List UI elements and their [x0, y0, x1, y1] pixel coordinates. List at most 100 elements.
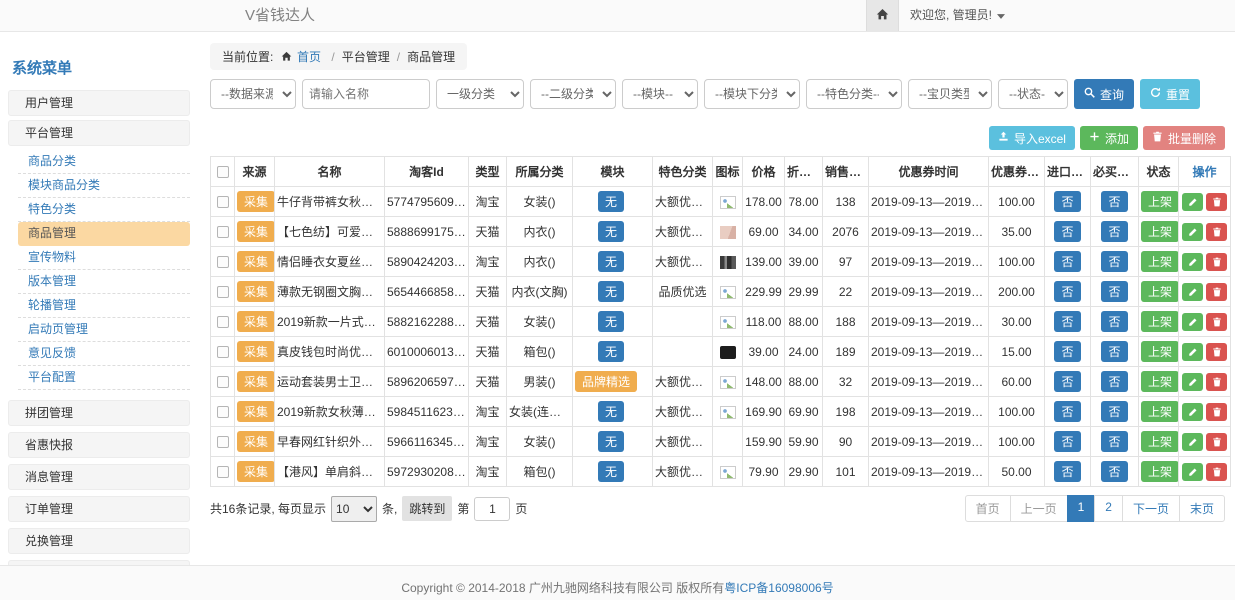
- delete-button[interactable]: [1206, 373, 1227, 391]
- sidebar-subitem[interactable]: 版本管理: [18, 270, 190, 294]
- row-checkbox[interactable]: [217, 316, 229, 328]
- delete-button[interactable]: [1206, 403, 1227, 421]
- import-select-toggle[interactable]: 否: [1054, 461, 1080, 482]
- sidebar-subitem[interactable]: 意见反馈: [18, 342, 190, 366]
- delete-button[interactable]: [1206, 253, 1227, 271]
- filter-category1-select[interactable]: 一级分类: [436, 79, 524, 109]
- must-buy-toggle[interactable]: 否: [1101, 371, 1127, 392]
- must-buy-toggle[interactable]: 否: [1101, 311, 1127, 332]
- edit-button[interactable]: [1182, 403, 1203, 421]
- page-button[interactable]: 1: [1067, 495, 1096, 522]
- filter-item-type-select[interactable]: --宝贝类型--: [908, 79, 992, 109]
- row-checkbox[interactable]: [217, 196, 229, 208]
- page-button[interactable]: 上一页: [1010, 495, 1068, 522]
- row-checkbox[interactable]: [217, 226, 229, 238]
- must-buy-toggle[interactable]: 否: [1101, 191, 1127, 212]
- filter-module-sub-select[interactable]: --模块下分类--: [704, 79, 800, 109]
- page-button[interactable]: 2: [1094, 495, 1123, 522]
- select-all-checkbox[interactable]: [217, 166, 229, 178]
- sidebar-subitem[interactable]: 特色分类: [18, 198, 190, 222]
- must-buy-toggle[interactable]: 否: [1101, 461, 1127, 482]
- page-button[interactable]: 下一页: [1122, 495, 1180, 522]
- delete-button[interactable]: [1206, 343, 1227, 361]
- sidebar-group-item[interactable]: 消息管理: [8, 464, 190, 490]
- edit-button[interactable]: [1182, 283, 1203, 301]
- edit-button[interactable]: [1182, 313, 1203, 331]
- reset-button[interactable]: 重置: [1140, 79, 1200, 109]
- add-button[interactable]: 添加: [1080, 126, 1138, 150]
- import-select-toggle[interactable]: 否: [1054, 401, 1080, 422]
- sidebar-group-item[interactable]: 兑换管理: [8, 528, 190, 554]
- status-toggle[interactable]: 上架: [1141, 281, 1179, 302]
- row-checkbox[interactable]: [217, 286, 229, 298]
- sidebar-group-item[interactable]: 省惠快报: [8, 432, 190, 458]
- row-checkbox[interactable]: [217, 406, 229, 418]
- import-select-toggle[interactable]: 否: [1054, 341, 1080, 362]
- edit-button[interactable]: [1182, 373, 1203, 391]
- filter-module-select[interactable]: --模块--: [622, 79, 698, 109]
- sidebar-subitem[interactable]: 宣传物料: [18, 246, 190, 270]
- user-menu[interactable]: 欢迎您, 管理员!: [910, 0, 1005, 31]
- row-checkbox[interactable]: [217, 256, 229, 268]
- edit-button[interactable]: [1182, 253, 1203, 271]
- import-select-toggle[interactable]: 否: [1054, 371, 1080, 392]
- home-button[interactable]: [866, 0, 899, 31]
- import-excel-button[interactable]: 导入excel: [989, 126, 1075, 150]
- must-buy-toggle[interactable]: 否: [1101, 401, 1127, 422]
- jump-page-input[interactable]: [474, 497, 510, 521]
- import-select-toggle[interactable]: 否: [1054, 251, 1080, 272]
- status-toggle[interactable]: 上架: [1141, 431, 1179, 452]
- must-buy-toggle[interactable]: 否: [1101, 341, 1127, 362]
- sidebar-subitem[interactable]: 轮播管理: [18, 294, 190, 318]
- edit-button[interactable]: [1182, 223, 1203, 241]
- must-buy-toggle[interactable]: 否: [1101, 281, 1127, 302]
- delete-button[interactable]: [1206, 283, 1227, 301]
- filter-source-select[interactable]: --数据来源--: [210, 79, 296, 109]
- status-toggle[interactable]: 上架: [1141, 311, 1179, 332]
- row-checkbox[interactable]: [217, 376, 229, 388]
- delete-button[interactable]: [1206, 193, 1227, 211]
- filter-category2-select[interactable]: --二级分类--: [530, 79, 616, 109]
- delete-button[interactable]: [1206, 433, 1227, 451]
- status-toggle[interactable]: 上架: [1141, 221, 1179, 242]
- edit-button[interactable]: [1182, 343, 1203, 361]
- delete-button[interactable]: [1206, 223, 1227, 241]
- breadcrumb-home-link[interactable]: 首页: [297, 50, 321, 64]
- delete-button[interactable]: [1206, 463, 1227, 481]
- sidebar-subitem[interactable]: 商品分类: [18, 150, 190, 174]
- jump-button[interactable]: 跳转到: [402, 496, 452, 521]
- sidebar-group-item[interactable]: 拼团管理: [8, 400, 190, 426]
- status-toggle[interactable]: 上架: [1141, 401, 1179, 422]
- sidebar-subitem[interactable]: 模块商品分类: [18, 174, 190, 198]
- filter-status-select[interactable]: --状态--: [998, 79, 1068, 109]
- row-checkbox[interactable]: [217, 346, 229, 358]
- edit-button[interactable]: [1182, 463, 1203, 481]
- edit-button[interactable]: [1182, 193, 1203, 211]
- status-toggle[interactable]: 上架: [1141, 251, 1179, 272]
- page-button[interactable]: 末页: [1179, 495, 1225, 522]
- delete-button[interactable]: [1206, 313, 1227, 331]
- import-select-toggle[interactable]: 否: [1054, 431, 1080, 452]
- sidebar-group-item[interactable]: 平台管理: [8, 120, 190, 146]
- sidebar-subitem[interactable]: 商品管理: [18, 222, 190, 246]
- icp-link[interactable]: 粤ICP备16098006号: [724, 581, 833, 595]
- row-checkbox[interactable]: [217, 436, 229, 448]
- sidebar-group-item[interactable]: 用户管理: [8, 90, 190, 116]
- import-select-toggle[interactable]: 否: [1054, 311, 1080, 332]
- status-toggle[interactable]: 上架: [1141, 341, 1179, 362]
- filter-special-select[interactable]: --特色分类--: [806, 79, 902, 109]
- status-toggle[interactable]: 上架: [1141, 371, 1179, 392]
- must-buy-toggle[interactable]: 否: [1101, 431, 1127, 452]
- row-checkbox[interactable]: [217, 466, 229, 478]
- page-button[interactable]: 首页: [965, 495, 1011, 522]
- sidebar-group-item[interactable]: 订单管理: [8, 496, 190, 522]
- sidebar-subitem[interactable]: 平台配置: [18, 366, 190, 390]
- import-select-toggle[interactable]: 否: [1054, 221, 1080, 242]
- must-buy-toggle[interactable]: 否: [1101, 221, 1127, 242]
- filter-name-input[interactable]: [302, 79, 430, 109]
- must-buy-toggle[interactable]: 否: [1101, 251, 1127, 272]
- search-button[interactable]: 查询: [1074, 79, 1134, 109]
- page-size-select[interactable]: 10: [331, 496, 377, 522]
- status-toggle[interactable]: 上架: [1141, 191, 1179, 212]
- import-select-toggle[interactable]: 否: [1054, 281, 1080, 302]
